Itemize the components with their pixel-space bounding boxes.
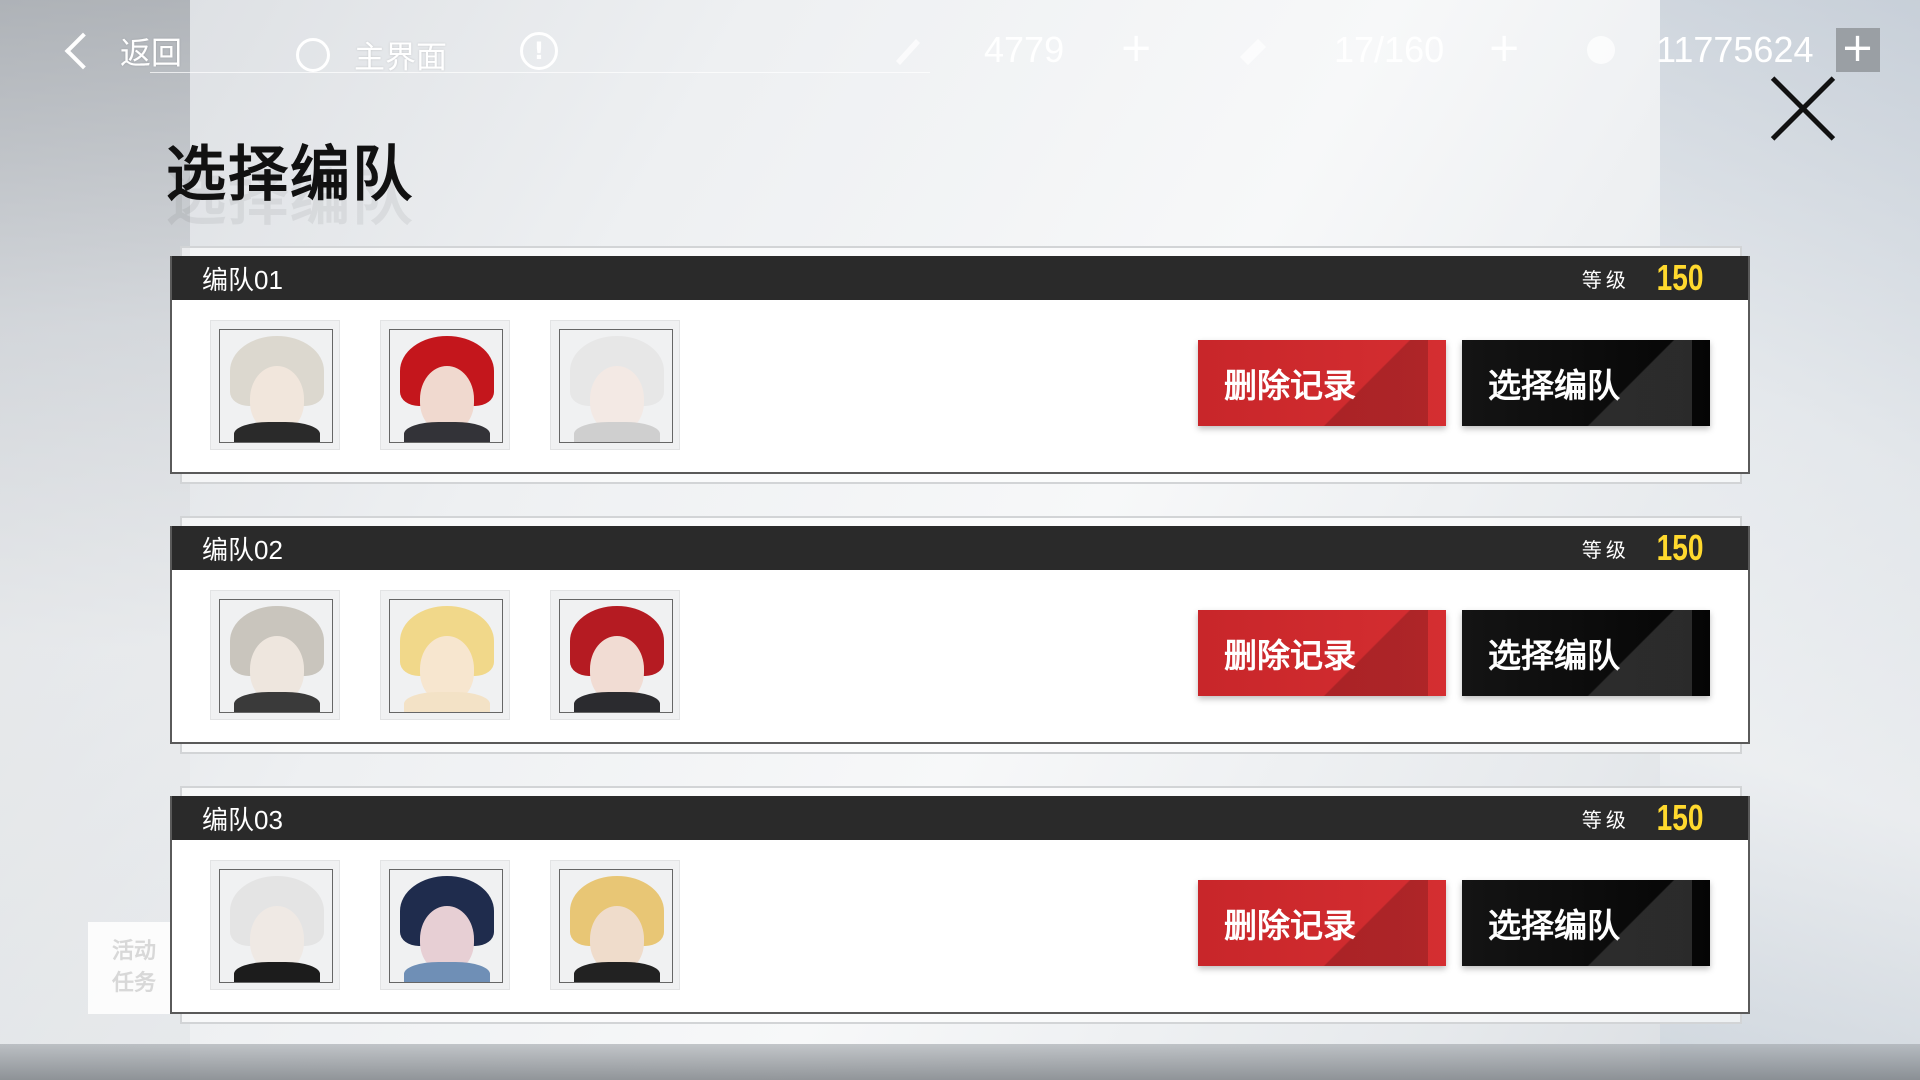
ticket-icon [1240,39,1266,65]
team-name: 编队03 [202,804,283,835]
select-team-label: 选择编队 [1488,636,1620,675]
character-avatar [559,869,673,983]
level-value: 150 [1656,257,1704,298]
member-portrait[interactable] [550,860,680,990]
team-level: 等级 150 [1582,527,1710,569]
team-actions: 删除记录 选择编队 [1198,880,1710,966]
back-button[interactable]: 返回 [62,28,182,73]
delete-record-label: 删除记录 [1224,636,1356,675]
character-avatar [219,329,333,443]
member-portrait[interactable] [550,590,680,720]
character-avatar [559,599,673,713]
team-actions: 删除记录 选择编队 [1198,340,1710,426]
character-avatar [219,869,333,983]
top-bar: 返回 主界面 ! 4779 + 17/160 + 11775624 + [0,0,1920,104]
page-title: 选择编队 [166,140,414,210]
character-avatar [219,599,333,713]
select-team-button[interactable]: 选择编队 [1462,340,1710,426]
level-value: 150 [1656,527,1704,568]
member-portrait[interactable] [550,320,680,450]
team-card-body: 编队03 等级 150 删除记录 选择编队 [170,796,1750,1014]
close-icon[interactable] [1766,74,1836,144]
team-name: 编队02 [202,534,283,565]
side-task-label: 活动 任务 [111,939,156,996]
resource-ticket: 17/160 + [1236,28,1526,72]
background-decoration-left [0,0,190,1080]
stamina-value: 4779 [984,29,1065,70]
delete-record-button[interactable]: 删除记录 [1198,880,1446,966]
delete-record-button[interactable]: 删除记录 [1198,610,1446,696]
team-header: 编队01 等级 150 [172,256,1748,300]
team-header: 编队03 等级 150 [172,796,1748,840]
coin-icon [1587,36,1615,64]
home-label: 主界面 [354,40,447,75]
team-level: 等级 150 [1582,257,1710,299]
home-circle-icon [296,37,330,72]
ticket-value: 17/160 [1334,29,1445,70]
side-task-badge[interactable]: 活动 任务 [88,922,180,1014]
character-avatar [389,869,503,983]
team-card-body: 编队02 等级 150 删除记录 选择编队 [170,526,1750,744]
level-value: 150 [1656,797,1704,838]
member-portrait[interactable] [210,320,340,450]
team-card: 编队02 等级 150 删除记录 选择编队 [170,516,1750,754]
stamina-icon [896,39,920,65]
character-avatar [389,329,503,443]
team-list: 编队01 等级 150 删除记录 选择编队 编队02 等级 150 删除记录 选… [170,246,1750,1056]
member-portrait[interactable] [210,590,340,720]
team-header: 编队02 等级 150 [172,526,1748,570]
team-card: 编队03 等级 150 删除记录 选择编队 [170,786,1750,1024]
delete-record-label: 删除记录 [1224,366,1356,405]
team-name: 编队01 [202,264,283,295]
ticket-add-button[interactable]: + [1482,28,1526,72]
member-portrait[interactable] [380,320,510,450]
member-portraits [210,860,680,990]
member-portrait[interactable] [380,860,510,990]
level-label: 等级 [1581,267,1630,292]
character-avatar [559,329,673,443]
level-label: 等级 [1581,807,1630,832]
select-team-button[interactable]: 选择编队 [1462,880,1710,966]
resource-stamina: 4779 + [890,28,1158,72]
home-button[interactable]: 主界面 [296,32,447,77]
stamina-add-button[interactable]: + [1114,28,1158,72]
member-portrait[interactable] [380,590,510,720]
team-actions: 删除记录 选择编队 [1198,610,1710,696]
delete-record-label: 删除记录 [1224,906,1356,945]
top-divider [150,72,930,73]
resource-coin: 11775624 + [1584,28,1880,72]
select-team-label: 选择编队 [1488,366,1620,405]
member-portraits [210,320,680,450]
level-label: 等级 [1581,537,1630,562]
team-card: 编队01 等级 150 删除记录 选择编队 [170,246,1750,484]
delete-record-button[interactable]: 删除记录 [1198,340,1446,426]
select-team-label: 选择编队 [1488,906,1620,945]
coin-value: 11775624 [1656,29,1814,70]
chevron-left-icon [64,32,102,69]
member-portraits [210,590,680,720]
team-card-body: 编队01 等级 150 删除记录 选择编队 [170,256,1750,474]
info-icon[interactable]: ! [520,32,558,70]
member-portrait[interactable] [210,860,340,990]
select-team-button[interactable]: 选择编队 [1462,610,1710,696]
coin-add-button[interactable]: + [1835,28,1880,72]
character-avatar [389,599,503,713]
team-level: 等级 150 [1582,797,1710,839]
back-label: 返回 [120,36,182,71]
